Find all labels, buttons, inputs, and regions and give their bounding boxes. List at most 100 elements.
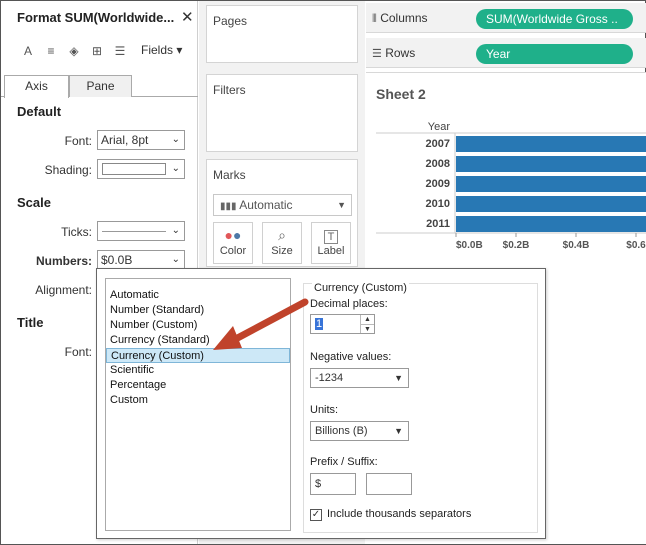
currency-custom-group: Currency (Custom) Decimal places: 1 ▲ ▼ … <box>303 282 538 533</box>
suffix-input[interactable] <box>366 473 412 495</box>
x-tick-label: $0.4B <box>563 240 590 251</box>
font-label: Font: <box>64 134 92 148</box>
negative-values-select[interactable]: -1234 ▼ <box>310 368 409 388</box>
columns-shelf[interactable]: ⦀ Columns SUM(Worldwide Gross .. <box>366 3 646 33</box>
numbers-value: $0.0B <box>101 253 133 267</box>
bar-2007 <box>456 136 646 152</box>
label-icon: T <box>312 223 350 245</box>
format-option-scientific[interactable]: Scientific <box>106 363 290 378</box>
thousands-separators-checkbox[interactable]: ✓ <box>310 509 322 521</box>
pages-shelf[interactable]: Pages <box>206 5 358 63</box>
font-dropdown[interactable]: Arial, 8pt ⌄ <box>97 130 185 150</box>
negative-values-label: Negative values: <box>310 351 392 363</box>
rows-shelf[interactable]: ☰ Rows Year <box>366 38 646 68</box>
fields-dropdown[interactable]: Fields ▾ <box>141 43 182 57</box>
lines-icon[interactable]: ☰ <box>111 41 129 61</box>
mark-type-value: Automatic <box>239 198 293 212</box>
decimal-places-label: Decimal places: <box>310 298 388 310</box>
mark-type-dropdown[interactable]: ▮▮▮ Automatic ▼ <box>213 194 352 216</box>
number-format-list: Automatic Number (Standard) Number (Cust… <box>105 278 291 531</box>
format-option-number-custom[interactable]: Number (Custom) <box>106 318 290 333</box>
chevron-down-icon: ▼ <box>337 200 346 210</box>
numbers-label: Numbers: <box>35 254 92 268</box>
ticks-dropdown[interactable]: ⌄ <box>97 221 185 241</box>
decimal-places-stepper[interactable]: 1 ▲ ▼ <box>310 314 375 334</box>
shading-label: Shading: <box>44 163 92 177</box>
number-format-popup: Automatic Number (Standard) Number (Cust… <box>96 268 546 539</box>
font-icon[interactable]: A <box>19 41 37 61</box>
chevron-down-icon: ⌄ <box>171 134 180 145</box>
shading-icon[interactable]: ◈ <box>65 41 83 61</box>
units-value: Billions (B) <box>315 425 368 437</box>
filters-shelf[interactable]: Filters <box>206 74 358 152</box>
increment-icon[interactable]: ▲ <box>361 315 374 324</box>
columns-label-text: Columns <box>380 11 428 25</box>
columns-shelf-label: ⦀ Columns <box>372 3 428 33</box>
rows-label-text: Rows <box>385 46 416 60</box>
close-icon[interactable]: ✕ <box>181 8 194 26</box>
year-label: 2011 <box>426 218 450 230</box>
chevron-down-icon: ⌄ <box>171 254 180 265</box>
stepper-buttons[interactable]: ▲ ▼ <box>360 315 374 333</box>
chevron-down-icon: ▼ <box>394 373 403 383</box>
format-option-custom[interactable]: Custom <box>106 393 290 408</box>
year-label: 2009 <box>426 178 450 190</box>
font-value: Arial, 8pt <box>101 133 149 147</box>
negative-values-value: -1234 <box>315 372 344 384</box>
format-tabs: Axis Pane <box>1 75 198 98</box>
prefix-input[interactable]: $ <box>310 473 356 495</box>
bar-2010 <box>456 196 646 212</box>
ticks-label: Ticks: <box>61 225 92 239</box>
decimal-places-value: 1 <box>315 318 324 330</box>
alignment-icon[interactable]: ≡ <box>42 41 60 61</box>
tab-pane[interactable]: Pane <box>69 75 132 97</box>
x-tick-label: $0.0B <box>456 240 483 251</box>
columns-pill[interactable]: SUM(Worldwide Gross .. <box>476 9 633 29</box>
borders-icon[interactable]: ⊞ <box>88 41 106 61</box>
scale-section-heading: Scale <box>17 195 51 210</box>
group-title: Currency (Custom) <box>312 282 409 294</box>
format-option-automatic[interactable]: Automatic <box>106 288 290 303</box>
title-section-heading: Title <box>17 315 44 330</box>
prefix-suffix-label: Prefix / Suffix: <box>310 456 378 468</box>
sheet-title: Sheet 2 <box>376 86 426 102</box>
rows-shelf-label: ☰ Rows <box>372 38 415 68</box>
tab-axis[interactable]: Axis <box>4 75 69 98</box>
shading-swatch <box>102 163 166 175</box>
bar-2009 <box>456 176 646 192</box>
thousands-separators-label: Include thousands separators <box>327 508 472 520</box>
color-icon: ●● <box>224 227 242 243</box>
size-button[interactable]: ⌕ Size <box>262 222 302 264</box>
columns-icon: ⦀ <box>372 13 377 25</box>
units-select[interactable]: Billions (B) ▼ <box>310 421 409 441</box>
numbers-dropdown[interactable]: $0.0B ⌄ <box>97 250 185 270</box>
chevron-down-icon: ▼ <box>394 426 403 436</box>
tick-line-swatch <box>102 231 166 232</box>
marks-card-title: Marks <box>213 168 246 182</box>
default-section-heading: Default <box>17 104 62 119</box>
bar-2008 <box>456 156 646 172</box>
size-button-label: Size <box>271 245 293 257</box>
marks-card: Marks ▮▮▮ Automatic ▼ ●● Color ⌕ Size T … <box>206 159 358 267</box>
format-option-percentage[interactable]: Percentage <box>106 378 290 393</box>
label-button-label: Label <box>317 245 345 257</box>
rows-pill[interactable]: Year <box>476 44 633 64</box>
x-tick-label: $0.6 <box>626 240 646 251</box>
year-label: 2007 <box>426 138 450 150</box>
color-button[interactable]: ●● Color <box>213 222 253 264</box>
label-button[interactable]: T Label <box>311 222 351 264</box>
rows-icon: ☰ <box>372 48 382 60</box>
year-label: 2010 <box>426 198 450 210</box>
filters-shelf-title: Filters <box>213 83 246 97</box>
title-font-label: Font: <box>64 345 92 359</box>
alignment-label: Alignment: <box>35 283 92 297</box>
decrement-icon[interactable]: ▼ <box>361 324 374 333</box>
format-option-number-standard[interactable]: Number (Standard) <box>106 303 290 318</box>
pages-shelf-title: Pages <box>213 14 248 28</box>
format-option-currency-custom[interactable]: Currency (Custom) <box>106 348 290 363</box>
x-tick-label: $0.2B <box>503 240 530 251</box>
chevron-down-icon: ⌄ <box>171 225 180 236</box>
format-option-currency-standard[interactable]: Currency (Standard) <box>106 333 290 348</box>
shading-dropdown[interactable]: ⌄ <box>97 159 185 179</box>
bar-2011 <box>456 216 646 232</box>
